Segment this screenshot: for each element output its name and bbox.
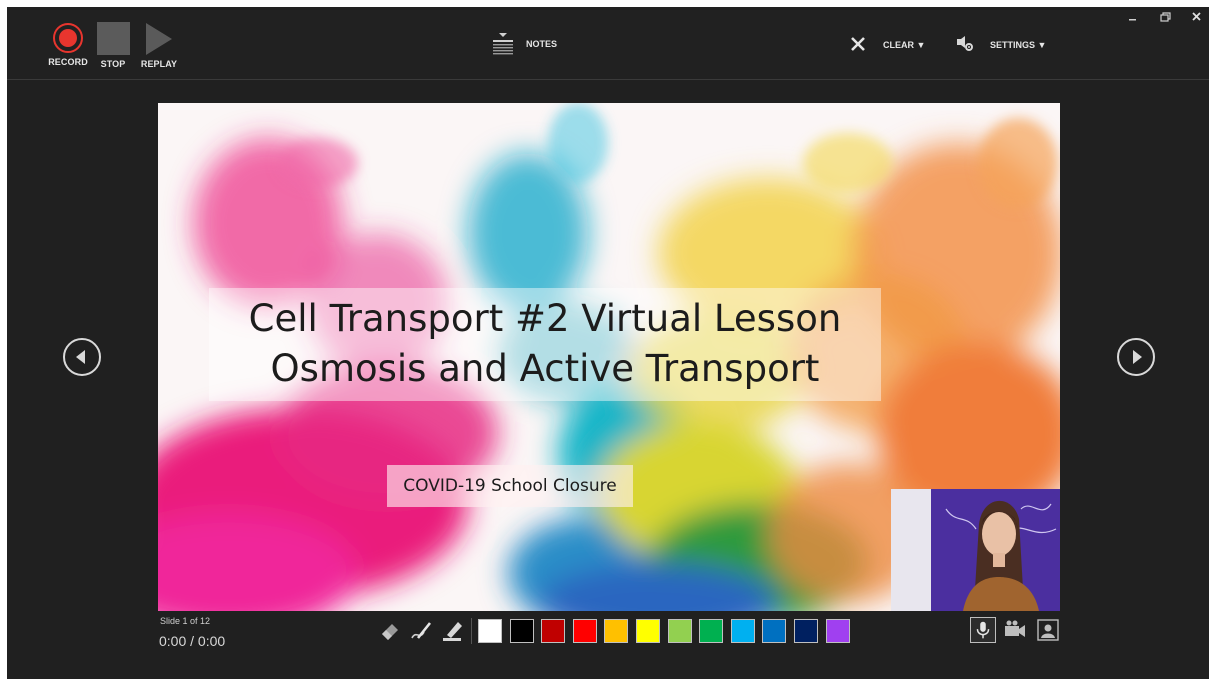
color-swatch[interactable] [668, 619, 692, 643]
webcam-preview [891, 489, 1060, 611]
color-swatch[interactable] [478, 619, 502, 643]
color-swatch[interactable] [762, 619, 786, 643]
color-swatch[interactable] [510, 619, 534, 643]
slide-title: Cell Transport #2 Virtual Lesson Osmosis… [209, 288, 881, 401]
color-swatch[interactable] [636, 619, 660, 643]
record-button[interactable]: RECORD [47, 21, 89, 67]
color-swatch[interactable] [794, 619, 818, 643]
toolbar-divider [471, 618, 472, 644]
clear-label: CLEAR ▼ [883, 40, 926, 50]
stop-icon [96, 22, 130, 55]
recording-toolbar: RECORD STOP REPLAY NOTES CLEAR ▼ SETTING… [7, 7, 1209, 80]
camera-icon[interactable] [1002, 617, 1028, 643]
color-swatch[interactable] [541, 619, 565, 643]
settings-icon [957, 36, 973, 51]
slide-title-line-2: Osmosis and Active Transport [270, 347, 820, 390]
replay-label: REPLAY [140, 59, 178, 69]
webcam-video-image [891, 489, 1060, 611]
settings-label: SETTINGS ▼ [990, 40, 1047, 50]
stop-label: STOP [100, 59, 126, 69]
color-swatch[interactable] [699, 619, 723, 643]
recording-window: RECORD STOP REPLAY NOTES CLEAR ▼ SETTING… [7, 7, 1209, 679]
close-icon[interactable] [1185, 9, 1209, 25]
color-swatch[interactable] [573, 619, 597, 643]
slide-subtitle: COVID-19 School Closure [387, 465, 633, 507]
previous-slide-icon[interactable] [62, 337, 102, 377]
stop-button[interactable]: STOP [93, 21, 133, 69]
highlighter-icon[interactable] [439, 618, 465, 644]
microphone-icon[interactable] [970, 617, 996, 643]
color-swatch[interactable] [826, 619, 850, 643]
slide-counter: Slide 1 of 12 [160, 616, 211, 626]
record-label: RECORD [48, 57, 88, 67]
recording-timer: 0:00 / 0:00 [159, 633, 226, 649]
camera-preview-icon[interactable] [1035, 617, 1061, 643]
clear-icon [851, 37, 865, 51]
notes-label: NOTES [526, 39, 558, 49]
minimize-icon[interactable] [1121, 9, 1145, 25]
next-slide-icon[interactable] [1116, 337, 1156, 377]
replay-button[interactable]: REPLAY [137, 21, 181, 69]
slide-subtitle-text: COVID-19 School Closure [403, 476, 617, 496]
replay-icon [146, 23, 172, 55]
pen-icon[interactable] [408, 618, 434, 644]
notes-icon [493, 33, 513, 55]
color-swatch[interactable] [731, 619, 755, 643]
color-swatch[interactable] [604, 619, 628, 643]
record-icon [53, 23, 83, 53]
eraser-icon[interactable] [377, 618, 403, 644]
slide-canvas: Cell Transport #2 Virtual Lesson Osmosis… [158, 103, 1060, 611]
restore-icon[interactable] [1153, 9, 1177, 25]
slide-title-line-1: Cell Transport #2 Virtual Lesson [248, 297, 842, 340]
